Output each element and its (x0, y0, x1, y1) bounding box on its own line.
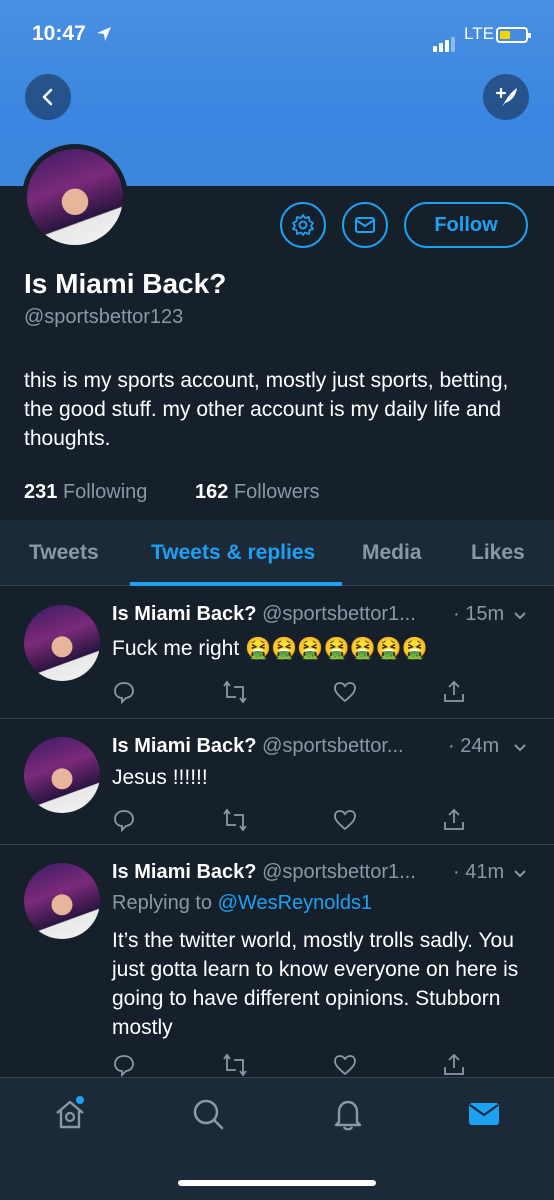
active-tab-indicator (130, 582, 342, 586)
chevron-left-icon (42, 88, 53, 106)
followers-count: 162 (194, 481, 229, 503)
envelope-icon (355, 217, 375, 233)
tab-tweets[interactable]: Tweets (29, 541, 99, 565)
tweet-text: Jesus !!!!!! (112, 766, 208, 789)
location-arrow-icon (96, 24, 112, 48)
tweet-avatar[interactable] (24, 863, 100, 939)
replying-to: Replying to @WesReynolds1 (112, 892, 372, 915)
tweet-header: Is Miami Back? @sportsbettor1... (112, 603, 416, 626)
search-tab[interactable] (190, 1096, 226, 1137)
tweet-header: Is Miami Back? @sportsbettor1... (112, 861, 416, 884)
signal-icon (433, 28, 457, 52)
gear-icon (292, 214, 314, 236)
tweet-author-name: Is Miami Back? (112, 735, 257, 757)
status-time: 10:47 (32, 22, 86, 45)
tweet-avatar[interactable] (24, 605, 100, 681)
feather-plus-icon (495, 87, 517, 107)
profile-name: Is Miami Back? (24, 268, 227, 299)
retweet-icon[interactable] (222, 808, 248, 837)
chevron-down-icon[interactable] (512, 607, 528, 628)
tweet-item[interactable]: Is Miami Back? @sportsbettor1... · 15m F… (0, 587, 554, 719)
battery-icon (496, 27, 531, 43)
home-indicator[interactable] (178, 1180, 376, 1186)
following-label: Following (62, 481, 148, 503)
home-icon (56, 1096, 84, 1129)
followers-stat[interactable]: 162 Followers (195, 481, 320, 503)
profile-bio: this is my sports account, mostly just s… (24, 369, 509, 450)
profile-handle: @sportsbettor123 (24, 306, 184, 328)
tweet-avatar[interactable] (24, 737, 100, 813)
following-count: 231 (24, 481, 58, 503)
envelope-icon (469, 1103, 499, 1125)
replying-to-prefix: Replying to (112, 892, 213, 914)
followers-label: Followers (233, 481, 320, 503)
share-icon[interactable] (442, 680, 466, 709)
tweet-header: Is Miami Back? @sportsbettor... (112, 735, 404, 758)
bell-icon (334, 1100, 362, 1131)
retweet-icon[interactable] (222, 680, 248, 709)
messages-tab[interactable] (466, 1096, 502, 1137)
chevron-down-icon[interactable] (512, 865, 528, 886)
tweet-text: Fuck me right 🤮🤮🤮🤮🤮🤮🤮 (112, 637, 429, 660)
message-button[interactable] (342, 202, 388, 248)
heart-icon[interactable] (333, 680, 357, 709)
tweet-item[interactable]: Is Miami Back? @sportsbettor1... · 41m R… (0, 846, 554, 1078)
network-label: LTE (464, 24, 494, 43)
following-stat[interactable]: 231 Following (24, 481, 147, 503)
tweet-author-handle: @sportsbettor1... (262, 603, 416, 625)
notifications-tab[interactable] (330, 1096, 366, 1137)
search-icon (193, 1099, 224, 1130)
back-button[interactable] (25, 74, 71, 120)
replying-to-handle[interactable]: @WesReynolds1 (218, 892, 372, 914)
tweet-author-name: Is Miami Back? (112, 861, 257, 883)
tweet-author-name: Is Miami Back? (112, 603, 257, 625)
reply-icon[interactable] (112, 680, 136, 709)
profile-avatar[interactable] (22, 144, 128, 250)
share-icon[interactable] (442, 808, 466, 837)
home-tab[interactable] (52, 1096, 88, 1137)
tweet-author-handle: @sportsbettor1... (262, 861, 416, 883)
compose-tweet-button[interactable] (483, 74, 529, 120)
tweet-author-handle: @sportsbettor... (262, 735, 404, 757)
tweet-item[interactable]: Is Miami Back? @sportsbettor... · 24m Je… (0, 720, 554, 845)
tweet-time: · 41m (453, 861, 505, 883)
profile-stats: 231 Following 162 Followers (24, 481, 320, 504)
reply-icon[interactable] (112, 808, 136, 837)
chevron-down-icon[interactable] (512, 739, 528, 760)
tweet-time: · 15m (453, 603, 505, 625)
tweet-time: · 24m (448, 735, 500, 757)
tweet-actions (112, 680, 472, 708)
settings-button[interactable] (280, 202, 326, 248)
tweet-actions (112, 808, 472, 836)
tab-tweets-replies[interactable]: Tweets & replies (151, 541, 315, 565)
tab-media[interactable]: Media (362, 541, 422, 565)
profile-tabs: Tweets Tweets & replies Media Likes (0, 520, 554, 586)
follow-button[interactable]: Follow (404, 202, 528, 248)
tweet-text: It’s the twitter world, mostly trolls sa… (112, 929, 519, 1039)
tab-likes[interactable]: Likes (471, 541, 525, 565)
heart-icon[interactable] (333, 808, 357, 837)
status-bar: 10:47 LTE (0, 20, 554, 52)
